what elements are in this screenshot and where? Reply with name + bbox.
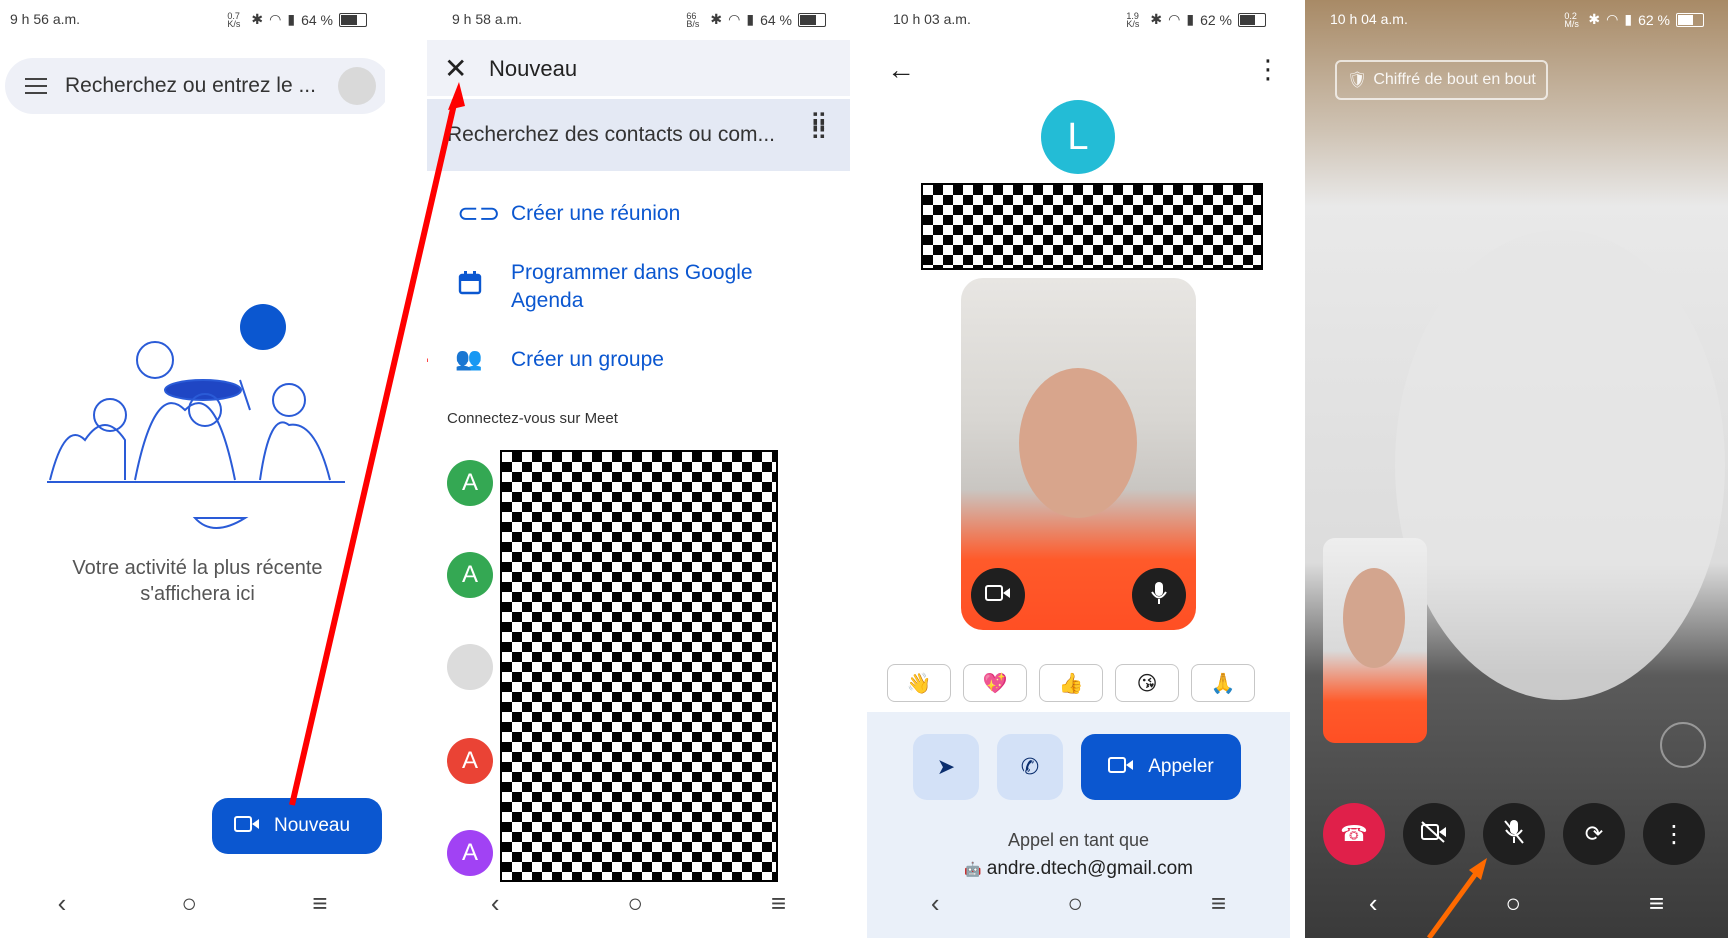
emoji-wave-button[interactable]: 👋 (887, 664, 951, 702)
screen-in-call: 10 h 04 a.m. 0.2 M/s ✱ ◠ ▮ 62 % 🛡 Chiffr… (1305, 0, 1728, 938)
contact-avatar: L (1041, 100, 1115, 174)
face-shape (1019, 368, 1137, 518)
home-icon[interactable]: ○ (1067, 888, 1083, 919)
android-nav-bar: ‹ ○ ≡ (867, 868, 1290, 938)
signal-icon: ▮ (1186, 11, 1195, 27)
net-speed: 1.9 K/s (1126, 10, 1140, 29)
call-as-label: Appel en tant que (1007, 830, 1150, 850)
status-time: 10 h 03 a.m. (893, 11, 971, 27)
send-message-button[interactable]: ➤ (913, 734, 979, 800)
self-video-preview (961, 278, 1196, 630)
bluetooth-icon: ✱ (1150, 11, 1163, 27)
video-toggle-button[interactable] (971, 568, 1025, 622)
battery-icon (1238, 12, 1266, 27)
battery-text: 62 % (1200, 11, 1232, 28)
audio-call-button[interactable]: ✆ (997, 734, 1063, 800)
phone-icon: ✆ (1020, 754, 1040, 779)
video-call-button[interactable]: Appeler (1081, 734, 1241, 800)
back-icon[interactable]: ‹ (931, 888, 940, 919)
redacted-contact-name (921, 183, 1263, 270)
emoji-pray-button[interactable]: 🙏 (1191, 664, 1255, 702)
status-bar: 10 h 03 a.m. 1.9 K/s ✱ ◠ ▮ 62 % (867, 0, 1290, 40)
recents-icon[interactable]: ≡ (1211, 888, 1226, 919)
annotation-arrow-orange (1426, 858, 1487, 938)
screen-call-preview: 10 h 03 a.m. 1.9 K/s ✱ ◠ ▮ 62 % ← ⋮ L 👋 … (867, 0, 1290, 938)
wifi-icon: ◠ (1168, 11, 1181, 27)
mic-toggle-button[interactable] (1132, 568, 1186, 622)
more-options-icon[interactable]: ⋮ (1255, 54, 1281, 85)
emoji-kiss-button[interactable]: 😘 (1115, 664, 1179, 702)
video-camera-icon (1108, 756, 1134, 779)
microphone-icon (1151, 581, 1167, 610)
emoji-thumbs-up-button[interactable]: 👍 (1039, 664, 1103, 702)
emoji-heart-button[interactable]: 💖 (963, 664, 1027, 702)
back-arrow-icon[interactable]: ← (887, 54, 915, 86)
video-camera-icon (985, 584, 1011, 607)
send-icon: ➤ (936, 754, 956, 779)
